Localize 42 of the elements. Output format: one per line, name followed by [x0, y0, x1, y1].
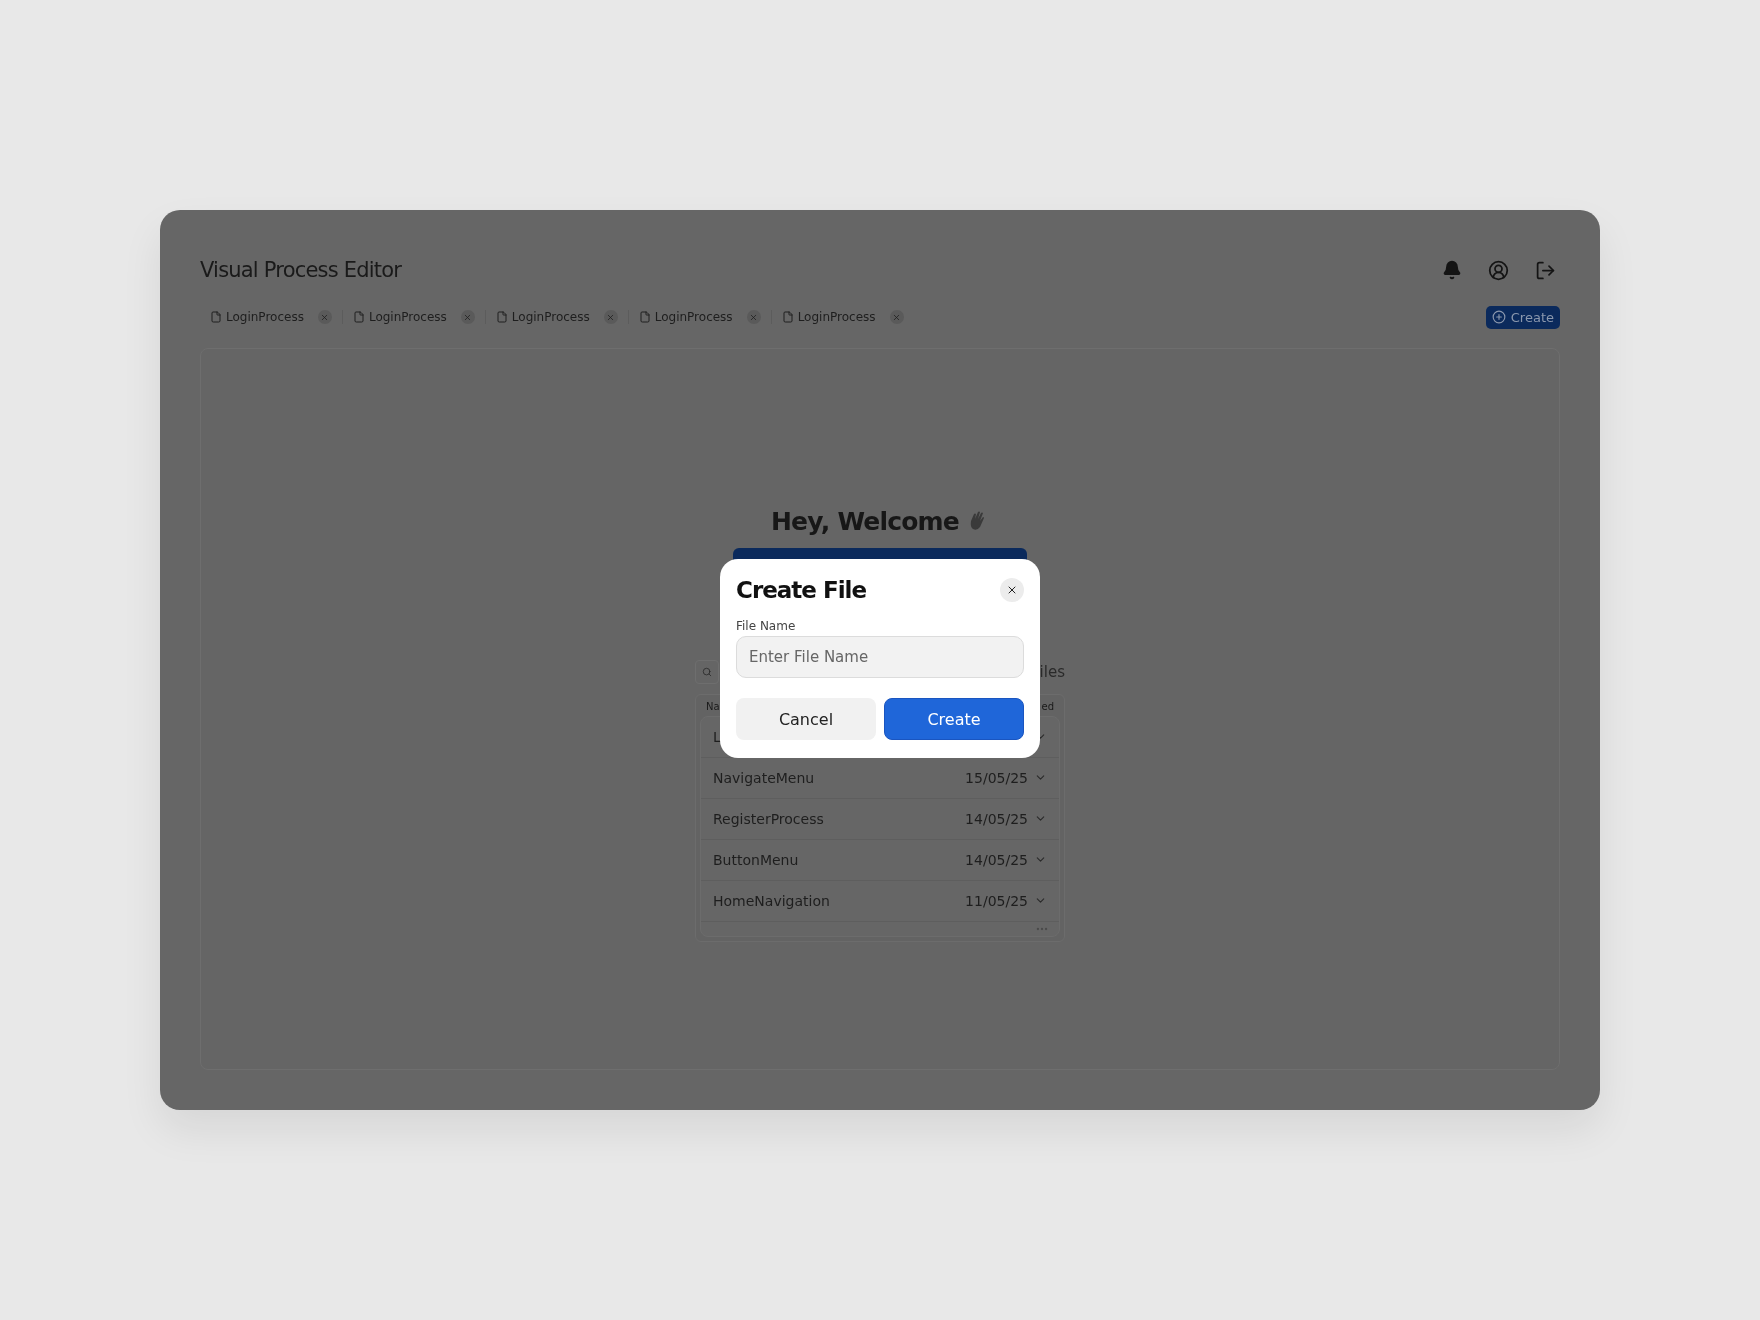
field-label: File Name [736, 619, 797, 633]
cancel-button[interactable]: Cancel [736, 698, 876, 740]
create-button[interactable]: Create [1485, 305, 1560, 329]
plus-circle-icon [1491, 310, 1506, 324]
search-field[interactable] [695, 659, 719, 684]
app-title: Visual Process Editor [200, 258, 402, 282]
close-tab-icon[interactable] [889, 310, 904, 324]
file-date: 14/05/25 [965, 851, 1028, 868]
close-tab-icon[interactable] [460, 310, 475, 324]
file-row[interactable]: ButtonMenu 14/05/25 [701, 839, 1059, 881]
file-name: ButtonMenu [713, 851, 799, 868]
file-icon [352, 311, 365, 323]
file-name: RegisterProcess [713, 810, 824, 827]
file-icon [781, 311, 794, 323]
dialog-title: Create File [736, 577, 867, 603]
file-tab[interactable]: LoginProcess [200, 310, 343, 324]
file-icon [638, 311, 651, 323]
file-date: 15/05/25 [965, 769, 1028, 786]
close-button[interactable] [1000, 578, 1024, 602]
file-row[interactable]: RegisterProcess 14/05/25 [701, 798, 1059, 840]
search-icon [702, 666, 712, 677]
close-tab-icon[interactable] [317, 310, 332, 324]
welcome-heading: Hey, Welcome [770, 506, 959, 536]
create-button[interactable]: Create [884, 698, 1024, 740]
file-tab[interactable]: LoginProcess [342, 310, 486, 324]
file-name: HomeNavigation [713, 892, 830, 909]
column-header: ed [1041, 700, 1054, 712]
file-icon [210, 311, 222, 323]
files-label: iles [1039, 662, 1065, 681]
close-tab-icon[interactable] [603, 310, 618, 324]
close-icon [1006, 584, 1018, 596]
close-tab-icon[interactable] [746, 310, 761, 324]
file-tab[interactable]: LoginProcess [485, 310, 629, 324]
file-date: 14/05/25 [965, 810, 1028, 827]
file-name-input[interactable]: Enter File Name [736, 636, 1024, 678]
file-tab[interactable]: LoginProcess [628, 310, 772, 324]
file-name: NavigateMenu [713, 769, 815, 786]
file-date: 11/05/25 [965, 892, 1028, 909]
file-row[interactable]: HomeNavigation 11/05/25 [701, 880, 1059, 922]
column-header: Na [706, 700, 720, 712]
file-icon [495, 311, 508, 323]
file-tab[interactable]: LoginProcess [771, 310, 914, 324]
